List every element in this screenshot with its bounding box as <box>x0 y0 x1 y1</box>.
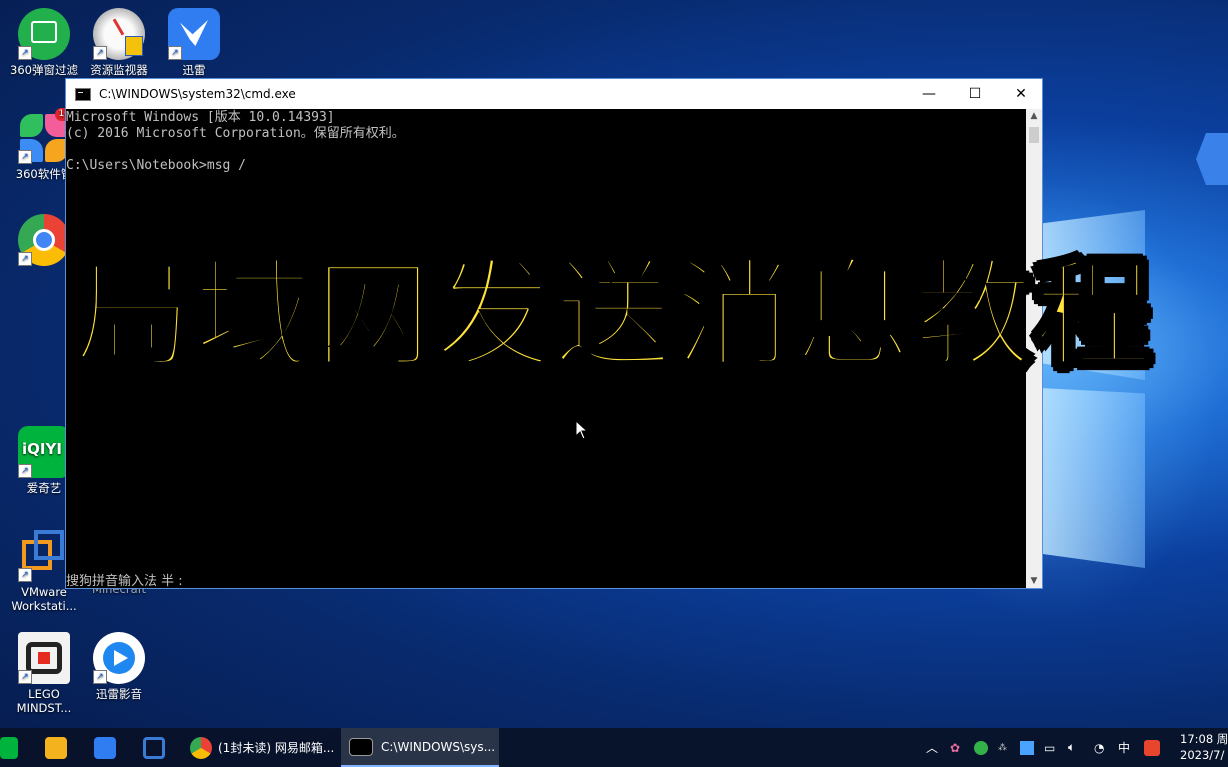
taskbar-clock[interactable]: 17:08 周 2023/7/ <box>1180 731 1228 763</box>
vmware-icon: ↗ <box>18 530 70 582</box>
360-software-manager-icon: 10 ↗ <box>18 108 74 164</box>
desktop-icon-label: 资源监视器 <box>90 63 148 77</box>
taskbar: (1封未读) 网易邮箱... C:\WINDOWS\sys... ︿ ✿ ⁂ ▭… <box>0 728 1228 767</box>
tray-wifi-icon[interactable]: ◔ <box>1094 728 1104 767</box>
cmd-titlebar[interactable]: C:\WINDOWS\system32\cmd.exe — ☐ ✕ <box>66 79 1042 109</box>
taskbar-iqiyi[interactable] <box>0 728 18 767</box>
taskbar-app-label: (1封未读) 网易邮箱... <box>218 741 335 755</box>
window-title: C:\WINDOWS\system32\cmd.exe <box>99 87 296 101</box>
xunlei-icon: ↗ <box>168 8 220 60</box>
clock-time: 17:08 周 <box>1180 732 1228 746</box>
clock-date: 2023/7/ <box>1180 748 1225 762</box>
desktop-icon-label: 360软件管 <box>15 167 73 181</box>
desktop-icon-xunlei-player[interactable]: ↗ 迅雷影音 <box>81 632 157 701</box>
cmd-icon <box>75 87 91 101</box>
minimize-button[interactable]: — <box>906 79 952 109</box>
ime-status-bar: 搜狗拼音输入法 半 : <box>66 574 183 589</box>
taskbar-app-chrome[interactable]: (1封未读) 网易邮箱... <box>182 728 338 767</box>
desktop-icon-label: 360弹窗过滤 <box>10 63 78 77</box>
tray-app-icon[interactable] <box>1020 728 1034 767</box>
vmware-icon <box>143 736 165 759</box>
resource-monitor-icon: ↗ <box>93 8 145 60</box>
close-button[interactable]: ✕ <box>998 79 1044 109</box>
video-caption: 局域网发送消息教程 <box>72 244 1154 386</box>
desktop-icon-lego-mindstorms[interactable]: ↗ LEGO MINDST... <box>6 632 82 715</box>
xunlei-icon <box>94 736 116 759</box>
maximize-button[interactable]: ☐ <box>952 79 998 109</box>
iqiyi-icon: iQIYI ↗ <box>18 426 70 478</box>
tray-battery-icon[interactable]: ▭ <box>1044 728 1055 767</box>
desktop-icon-resource-monitor[interactable]: ↗ 资源监视器 <box>81 8 157 77</box>
iqiyi-icon <box>0 736 18 759</box>
wallpaper-beam-bottom <box>1040 388 1145 568</box>
tray-flower-icon[interactable]: ✿ <box>950 728 960 767</box>
scroll-up-arrow-icon[interactable]: ▲ <box>1026 109 1042 123</box>
360-popup-filter-icon: ↗ <box>18 8 70 60</box>
console-line: (c) 2016 Microsoft Corporation。保留所有权利。 <box>66 126 405 141</box>
console-prompt-line: C:\Users\Notebook>msg / <box>66 158 247 173</box>
tray-overflow-chevron-icon[interactable]: ︿ <box>926 728 938 767</box>
desktop-icon-label: 迅雷影音 <box>96 687 142 701</box>
chrome-icon <box>190 736 212 759</box>
scroll-thumb[interactable] <box>1029 127 1039 143</box>
tray-360-icon[interactable] <box>974 728 988 767</box>
taskbar-xunlei[interactable] <box>94 728 116 767</box>
desktop-icon-label: LEGO MINDST... <box>16 687 72 715</box>
tray-ime-indicator[interactable]: 中 <box>1118 728 1130 767</box>
taskbar-app-label: C:\WINDOWS\sys... <box>381 739 496 754</box>
cmd-icon <box>349 737 373 756</box>
taskbar-app-cmd[interactable]: C:\WINDOWS\sys... <box>341 728 499 767</box>
desktop-icon-label: 迅雷 <box>182 63 206 77</box>
desktop-icon-xunlei[interactable]: ↗ 迅雷 <box>156 8 232 77</box>
taskbar-vmware[interactable] <box>143 728 165 767</box>
app-icon <box>45 736 67 759</box>
taskbar-app-orange[interactable] <box>45 728 67 767</box>
xunlei-player-icon: ↗ <box>93 632 145 684</box>
lego-mindstorms-icon: ↗ <box>18 632 70 684</box>
tray-input-icon[interactable]: ⁂ <box>998 728 1007 767</box>
scroll-down-arrow-icon[interactable]: ▼ <box>1026 574 1042 588</box>
desktop-icon-360-popup-filter[interactable]: ↗ 360弹窗过滤 <box>6 8 82 77</box>
tray-volume-icon[interactable]: 🔈︎ <box>1068 728 1075 767</box>
tray-sogou-icon[interactable] <box>1144 728 1160 767</box>
desktop-icon-label: 爱奇艺 <box>26 481 62 495</box>
mouse-cursor-icon <box>575 420 589 440</box>
console-line: Microsoft Windows [版本 10.0.14393] <box>66 110 335 125</box>
